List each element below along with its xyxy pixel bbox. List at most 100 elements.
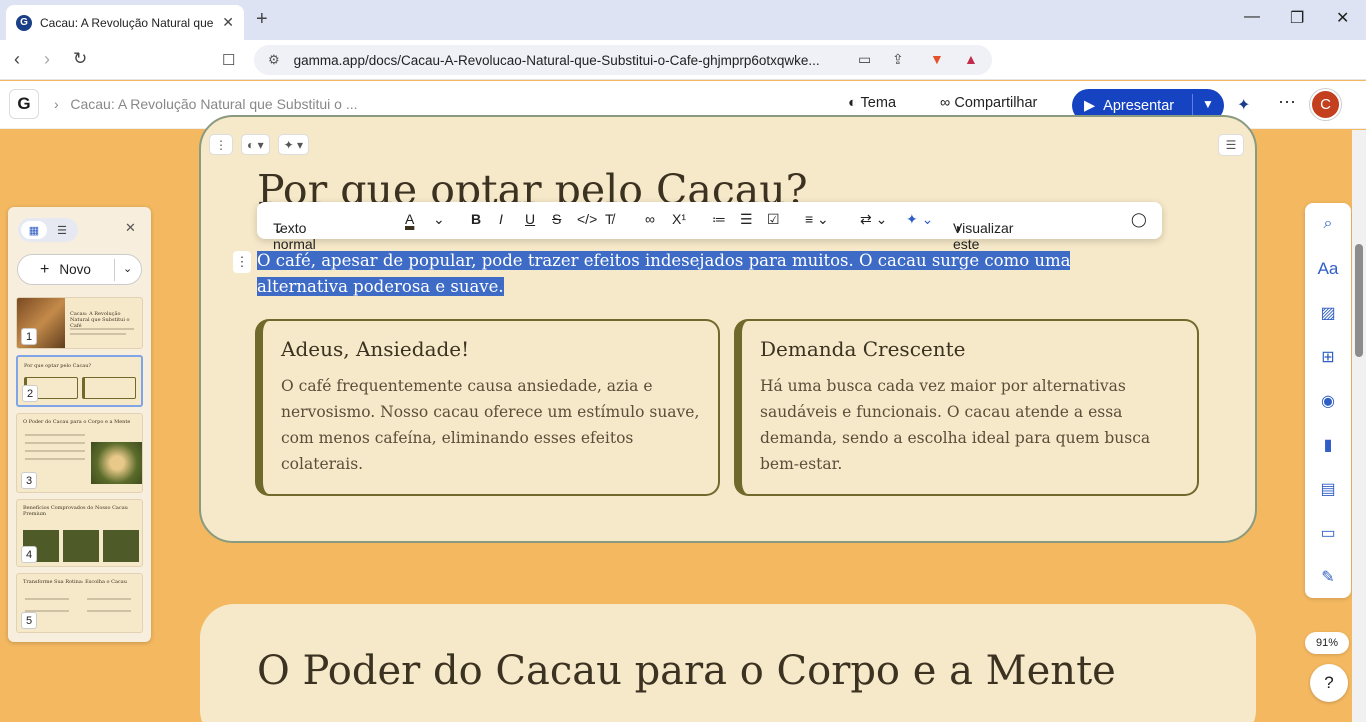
chevron-down-icon[interactable]: ⌄ [433, 211, 445, 228]
clear-format-icon[interactable]: T̸ [605, 211, 614, 227]
chevron-right-icon: › [54, 96, 59, 112]
close-window-icon[interactable]: ✕ [1336, 8, 1349, 28]
theme-button[interactable]: ◐ Tema [848, 95, 896, 111]
play-icon: ▶ [1084, 97, 1096, 114]
thumb-image [91, 442, 142, 484]
share-label: Compartilhar [954, 95, 1038, 111]
card-ai-icon[interactable]: ✦ ▾ [277, 134, 310, 155]
ai-edit-icon[interactable]: ✦ ⌄ [906, 211, 933, 228]
thumb-title: Por que optar pelo Cacau? [24, 363, 92, 369]
new-tab-icon[interactable]: + [256, 8, 268, 31]
browser-tab[interactable]: G Cacau: A Revolução Natural que ✕ [6, 5, 244, 40]
box-text: Há uma busca cada vez maior por alternat… [760, 377, 1151, 473]
slide-thumbnail-5[interactable]: Transforme Sua Rotina: Escolha o Cacau 5 [16, 573, 143, 633]
gamma-favicon-icon: G [16, 14, 32, 31]
ai-sparkle-icon[interactable]: ✦ [1237, 95, 1250, 115]
italic-icon[interactable]: I [499, 211, 503, 227]
text-color-icon[interactable]: A [405, 211, 414, 227]
scrollbar-thumb[interactable] [1355, 244, 1363, 357]
new-card-button[interactable]: + Novo ⌄ [17, 254, 142, 285]
image-icon[interactable]: ▨ [1305, 303, 1351, 323]
close-panel-icon[interactable]: ✕ [125, 220, 136, 236]
zoom-level[interactable]: 91% [1305, 632, 1349, 654]
scrollbar-track[interactable] [1352, 130, 1366, 722]
next-slide-title[interactable]: O Poder do Cacau para o Corpo e a Mente [257, 648, 1116, 694]
slide-thumbnail-3[interactable]: O Poder do Cacau para o Corpo e a Mente … [16, 413, 143, 493]
share-button[interactable]: ∞ Compartilhar [940, 95, 1037, 111]
share-page-icon[interactable]: ⇪ [892, 51, 904, 68]
checklist-icon[interactable]: ☑ [767, 211, 780, 228]
add-block-icon[interactable]: ⊞ [1305, 347, 1351, 367]
rewards-icon[interactable]: ▲ [964, 51, 978, 67]
convert-icon[interactable]: ⇄ ⌄ [860, 211, 887, 228]
more-options-icon[interactable]: ··· [1278, 91, 1296, 112]
align-icon[interactable]: ≡ ⌄ [805, 211, 829, 228]
slide-thumbnail-1[interactable]: Cacau: A Revolução Natural que Substitui… [16, 297, 143, 349]
tab-title: Cacau: A Revolução Natural que [40, 15, 214, 30]
brave-shield-icon[interactable]: ▼ [930, 51, 944, 67]
strikethrough-icon[interactable]: S [552, 211, 561, 227]
format-toolbar: Texto normal ⌄ A ⌄ B I U S </> T̸ ∞ X¹ ≔… [257, 202, 1162, 268]
bold-icon[interactable]: B [471, 211, 481, 227]
bookmark-icon[interactable]: ☐ [222, 51, 235, 69]
thumb-title: Cacau: A Revolução Natural que Substitui… [70, 311, 130, 329]
slide-thumbnail-2[interactable]: Por que optar pelo Cacau? 2 [16, 355, 143, 407]
address-bar[interactable]: ⚙ gamma.app/docs/Cacau-A-Revolucao-Natur… [254, 45, 992, 75]
slide-title[interactable]: Por que optar pelo Cacau? [257, 164, 808, 204]
code-icon[interactable]: </> [577, 211, 597, 227]
forward-icon[interactable]: › [44, 49, 50, 70]
superscript-icon[interactable]: X¹ [672, 211, 686, 227]
underline-icon[interactable]: U [525, 211, 535, 227]
intro-paragraph[interactable]: O café, apesar de popular, pode trazer e… [257, 248, 1162, 300]
slide-thumbnail-4[interactable]: Benefícios Comprovados do Nosso Cacau Pr… [16, 499, 143, 567]
thumb-box [82, 377, 136, 399]
close-tab-icon[interactable]: ✕ [222, 14, 234, 31]
text-styles-icon[interactable]: Aa [1305, 259, 1351, 279]
numbered-list-icon[interactable]: ≔ [712, 211, 726, 228]
new-divider [114, 259, 115, 281]
chevron-down-icon[interactable]: ▼ [1202, 97, 1214, 111]
link-icon[interactable]: ∞ [645, 211, 655, 227]
chart-icon[interactable]: ▮ [1305, 435, 1351, 455]
notes-icon[interactable]: ☰ [1218, 134, 1244, 156]
thumb-number: 4 [21, 546, 37, 563]
info-box-anxiety[interactable]: Adeus, Ansiedade! O café frequentemente … [255, 319, 720, 496]
box-title: Adeus, Ansiedade! [281, 337, 470, 361]
avatar[interactable]: C [1310, 89, 1341, 120]
minimize-icon[interactable]: — [1244, 8, 1260, 26]
thumb-line [25, 442, 85, 444]
card-menu-icon[interactable]: ⋮ [209, 134, 233, 155]
back-icon[interactable]: ‹ [14, 49, 20, 70]
edit-icon[interactable]: ✎ [1305, 567, 1351, 587]
breadcrumb[interactable]: › Cacau: A Revolução Natural que Substit… [54, 96, 358, 112]
comment-icon[interactable]: ◯ [1131, 211, 1147, 228]
present-divider [1192, 94, 1193, 117]
reload-icon[interactable]: ↻ [73, 49, 87, 69]
bullet-list-icon[interactable]: ☰ [740, 211, 753, 228]
thumbnail-view-icon[interactable]: ▦ [21, 221, 47, 239]
palette-icon: ◐ [848, 95, 857, 111]
block-handle-icon[interactable]: ⋮ [233, 251, 251, 273]
video-icon[interactable]: ▤ [1305, 479, 1351, 499]
card-style-icon[interactable]: ◐ ▾ [241, 134, 270, 155]
ai-images-icon[interactable]: ◉ [1305, 391, 1351, 411]
cast-icon[interactable]: ▭ [858, 51, 871, 68]
help-button[interactable]: ? [1310, 664, 1348, 702]
chevron-down-icon[interactable]: ⌄ [123, 262, 132, 275]
thumb-title: O Poder do Cacau para o Corpo e a Mente [23, 419, 131, 425]
restore-icon[interactable]: ❐ [1290, 8, 1304, 28]
thumb-title: Transforme Sua Rotina: Escolha o Cacau [23, 579, 127, 585]
thumb-number: 5 [21, 612, 37, 629]
site-settings-icon[interactable]: ⚙ [268, 52, 280, 68]
thumb-block [103, 530, 139, 562]
box-text: O café frequentemente causa ansiedade, a… [281, 377, 700, 473]
form-icon[interactable]: ▭ [1305, 523, 1351, 543]
info-box-demand[interactable]: Demanda Crescente Há uma busca cada vez … [734, 319, 1199, 496]
intro-text: O café, apesar de popular, pode trazer e… [257, 251, 1071, 296]
gamma-logo[interactable]: G [9, 89, 39, 119]
right-toolbar: ⌕ Aa ▨ ⊞ ◉ ▮ ▤ ▭ ✎ [1305, 203, 1351, 598]
browser-toolbar: ‹ › ↻ ☐ ⚙ gamma.app/docs/Cacau-A-Revoluc… [0, 40, 1366, 107]
list-view-icon[interactable]: ☰ [49, 221, 75, 239]
thumb-line [25, 458, 85, 460]
search-icon[interactable]: ⌕ [1305, 215, 1351, 233]
